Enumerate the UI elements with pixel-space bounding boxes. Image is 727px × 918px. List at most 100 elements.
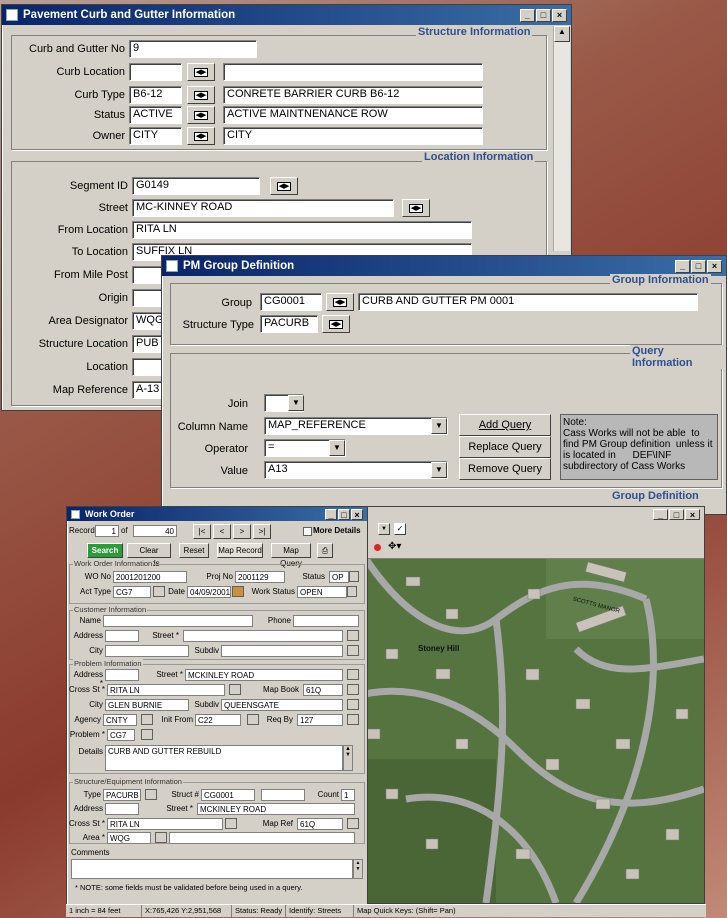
- record-field[interactable]: 1: [95, 525, 119, 537]
- proj-no-field[interactable]: 2001129: [235, 571, 285, 583]
- maximize-button[interactable]: □: [338, 508, 350, 520]
- operator-dropdown-icon[interactable]: ▼: [329, 440, 345, 456]
- details-scrollbar[interactable]: ▲ ▼: [343, 745, 353, 771]
- remove-query-button[interactable]: Remove Query: [459, 458, 551, 480]
- req-by-field[interactable]: 127: [297, 714, 343, 726]
- p-street-field[interactable]: MCKINLEY ROAD: [185, 669, 343, 681]
- search-button[interactable]: Search: [87, 543, 123, 558]
- count-field[interactable]: 1: [341, 789, 355, 801]
- curb-location-field[interactable]: [129, 63, 182, 81]
- street-picker[interactable]: ◀▶: [402, 199, 430, 217]
- act-type-picker-icon[interactable]: [153, 586, 165, 597]
- cross-st-field[interactable]: RITA LN: [107, 684, 225, 696]
- phone-field[interactable]: [293, 615, 359, 627]
- status-field[interactable]: ACTIVE: [129, 106, 182, 124]
- agency-field[interactable]: CNTY: [103, 714, 137, 726]
- wo-status-field[interactable]: OP: [329, 571, 349, 583]
- prev-record-button[interactable]: <: [213, 524, 231, 539]
- group-field[interactable]: CG0001: [260, 293, 322, 311]
- add-query-button[interactable]: Add Query: [459, 414, 551, 436]
- name-field[interactable]: [103, 615, 253, 627]
- date-field[interactable]: 04/09/2001: [187, 586, 231, 598]
- work-status-dropdown-icon[interactable]: [347, 586, 357, 597]
- p-street-picker-icon[interactable]: [347, 669, 359, 680]
- curb-scrollbar[interactable]: ▲: [553, 26, 570, 251]
- column-name-select[interactable]: MAP_REFERENCE: [264, 417, 448, 435]
- comments-field[interactable]: [71, 859, 353, 879]
- structure-type-picker[interactable]: ◀▶: [322, 315, 350, 333]
- area-picker-icon[interactable]: [155, 832, 167, 843]
- map-ref-picker-icon[interactable]: [347, 818, 359, 829]
- calendar-icon[interactable]: [232, 586, 244, 597]
- s-cross-st-picker-icon[interactable]: [225, 818, 237, 829]
- map-ref-field[interactable]: 61Q: [297, 818, 343, 830]
- replace-query-button[interactable]: Replace Query: [459, 436, 551, 458]
- curb-type-picker[interactable]: ◀▶: [187, 86, 215, 104]
- agency-picker-icon[interactable]: [141, 714, 153, 725]
- status-picker[interactable]: ◀▶: [187, 106, 215, 124]
- street-field[interactable]: MC-KINNEY ROAD: [132, 199, 394, 217]
- close-button[interactable]: ×: [685, 508, 700, 520]
- maximize-button[interactable]: □: [669, 508, 684, 520]
- minimize-button[interactable]: _: [520, 8, 535, 22]
- printer-icon[interactable]: ⎙: [317, 543, 333, 558]
- s-address-field[interactable]: [105, 803, 139, 815]
- maximize-button[interactable]: □: [536, 8, 551, 22]
- area-field[interactable]: WQG: [107, 832, 151, 844]
- map-layer-dropdown-icon[interactable]: ▼: [378, 523, 390, 535]
- minimize-button[interactable]: _: [653, 508, 668, 520]
- next-record-button[interactable]: >: [233, 524, 251, 539]
- act-type-field[interactable]: CG7: [113, 586, 151, 598]
- map-record-button[interactable]: Map Record: [217, 543, 263, 558]
- street-field[interactable]: [183, 630, 343, 642]
- map-target-icon[interactable]: [372, 542, 383, 553]
- comments-scrollbar[interactable]: ▲ ▼: [353, 859, 363, 879]
- from-location-field[interactable]: RITA LN: [132, 221, 472, 239]
- close-button[interactable]: ×: [351, 508, 363, 520]
- structure-type-field[interactable]: PACURB: [260, 315, 318, 333]
- p-address-field[interactable]: [105, 669, 139, 681]
- minimize-button[interactable]: _: [675, 259, 690, 273]
- city-field[interactable]: [105, 645, 189, 657]
- subdiv-field[interactable]: [221, 645, 343, 657]
- more-details-checkbox[interactable]: [303, 527, 312, 536]
- cross-st-picker-icon[interactable]: [229, 684, 241, 695]
- s-street-field[interactable]: MCKINLEY ROAD: [197, 803, 355, 815]
- group-picker[interactable]: ◀▶: [326, 293, 354, 311]
- subdiv-picker-icon[interactable]: [347, 645, 359, 656]
- curb-gutter-no-field[interactable]: 9: [129, 40, 257, 58]
- first-record-button[interactable]: |<: [193, 524, 211, 539]
- s-cross-st-field[interactable]: RITA LN: [107, 818, 223, 830]
- segment-id-field[interactable]: G0149: [132, 177, 260, 195]
- p-subdiv-field[interactable]: QUEENSGATE: [221, 699, 343, 711]
- init-from-field[interactable]: C22: [195, 714, 241, 726]
- problem-field[interactable]: CG7: [107, 729, 135, 741]
- wo-no-field[interactable]: 2001201200: [113, 571, 187, 583]
- struct-field[interactable]: CG0001: [201, 789, 255, 801]
- owner-field[interactable]: CITY: [129, 127, 182, 145]
- maximize-button[interactable]: □: [691, 259, 706, 273]
- wo-status-dropdown-icon[interactable]: [349, 571, 359, 582]
- scroll-up-arrow-icon[interactable]: ▲: [554, 26, 570, 42]
- map-book-field[interactable]: 61Q: [303, 684, 343, 696]
- address-field[interactable]: [105, 630, 139, 642]
- req-by-picker-icon[interactable]: [347, 714, 359, 725]
- struct-field-2[interactable]: [261, 789, 305, 801]
- minimize-button[interactable]: _: [325, 508, 337, 520]
- map-identify-icon[interactable]: ✥▾: [388, 541, 401, 552]
- aerial-map[interactable]: Stoney Hill SCOTTS MANOR: [346, 559, 704, 903]
- reset-button[interactable]: Reset: [179, 543, 209, 558]
- clear-fields-button[interactable]: Clear Fields: [127, 543, 171, 568]
- details-field[interactable]: CURB AND GUTTER REBUILD: [105, 745, 343, 771]
- init-from-picker-icon[interactable]: [247, 714, 259, 725]
- map-query-button[interactable]: Map Query: [271, 543, 311, 568]
- curb-type-field[interactable]: B6-12: [129, 86, 182, 104]
- owner-picker[interactable]: ◀▶: [187, 127, 215, 145]
- p-city-field[interactable]: GLEN BURNIE: [105, 699, 189, 711]
- close-button[interactable]: ×: [707, 259, 722, 273]
- close-button[interactable]: ×: [552, 8, 567, 22]
- segment-id-picker[interactable]: ◀▶: [270, 177, 298, 195]
- type-field[interactable]: PACURB: [103, 789, 141, 801]
- map-book-picker-icon[interactable]: [347, 684, 359, 695]
- p-subdiv-picker-icon[interactable]: [347, 699, 359, 710]
